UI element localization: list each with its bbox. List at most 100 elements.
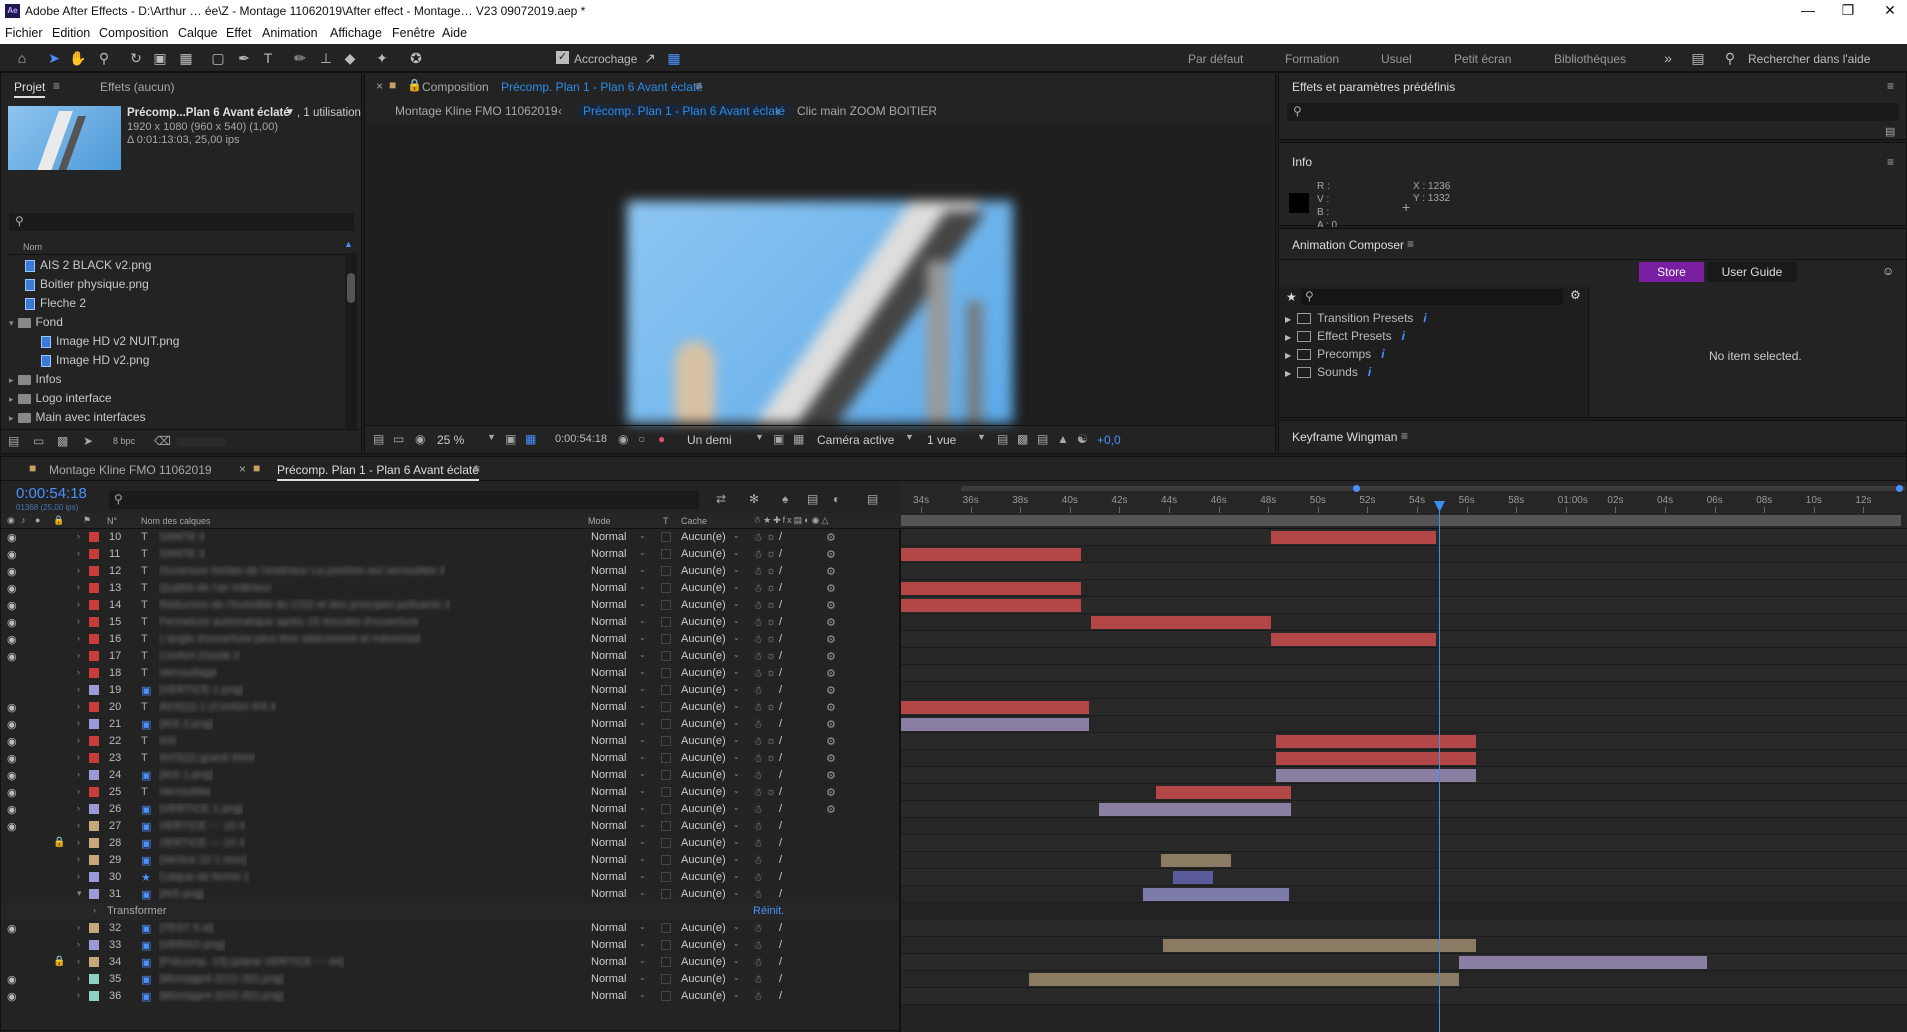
collapse-switch-icon[interactable]: ☼ [766, 616, 776, 628]
mode-dropdown[interactable]: Normal [591, 582, 626, 594]
layer-bar[interactable] [901, 701, 1089, 714]
label-color-swatch[interactable] [89, 736, 99, 746]
graph-editor-icon[interactable]: ▤ [867, 492, 878, 506]
quality-switch-icon[interactable]: / [779, 854, 782, 866]
expand-arrow-icon[interactable]: ▸ [9, 375, 14, 385]
collapse-switch-icon[interactable]: ☼ [766, 735, 776, 747]
track-area[interactable] [901, 529, 1907, 1032]
snap-checkbox[interactable]: ✓ [556, 51, 569, 64]
workspace-default[interactable]: Par défaut [1188, 52, 1243, 66]
quality-switch-icon[interactable]: / [779, 633, 782, 645]
sort-icon[interactable]: ▲ [344, 239, 353, 249]
expand-arrow-icon[interactable]: ▶ [1285, 333, 1291, 342]
quality-switch-icon[interactable]: / [779, 786, 782, 798]
mode-dropdown[interactable]: Normal [591, 888, 626, 900]
track-matte-toggle[interactable] [661, 532, 671, 542]
shy-switch-icon[interactable]: ☃ [753, 769, 763, 782]
layer-name[interactable]: VERTICE --- 10 4 [159, 820, 245, 832]
quality-switch-icon[interactable]: / [779, 752, 782, 764]
cache-dropdown[interactable]: Aucun(e) [681, 990, 731, 1002]
track-matte-toggle[interactable] [661, 991, 671, 1001]
timeline-tab-1[interactable]: Précomp. Plan 1 - Plan 6 Avant éclaté [277, 463, 479, 481]
breadcrumb-0[interactable]: Montage Kline FMO 11062019 [395, 104, 558, 118]
layer-name[interactable]: SANTE 4 [159, 531, 205, 543]
layer-name[interactable]: [VERSO.png] [159, 939, 225, 951]
label-color-swatch[interactable] [89, 838, 99, 848]
roto-tool-icon[interactable]: ✦ [372, 48, 392, 68]
track-matte-toggle[interactable] [661, 923, 671, 933]
mode-dropdown[interactable]: Normal [591, 684, 626, 696]
zoom-dropdown[interactable]: 25 % [437, 433, 464, 447]
mode-dropdown[interactable]: Normal [591, 752, 626, 764]
mode-dropdown[interactable]: Normal [591, 939, 626, 951]
text-tool-icon[interactable]: T [258, 48, 278, 68]
exposure-value[interactable]: +0,0 [1097, 433, 1121, 447]
track-matte-toggle[interactable] [661, 974, 671, 984]
layer-name[interactable]: [Vertice 10 1.mov] [159, 854, 247, 866]
solo-header-icon[interactable]: ● [35, 515, 40, 525]
expand-arrow-icon[interactable]: › [77, 820, 80, 830]
quality-switch-icon[interactable]: / [779, 548, 782, 560]
mode-dropdown[interactable]: Normal [591, 650, 626, 662]
eraser-tool-icon[interactable]: ◆ [340, 48, 360, 68]
shy-switch-icon[interactable]: ☃ [753, 922, 763, 935]
collapse-switch-icon[interactable]: ☼ [766, 752, 776, 764]
shy-switch-icon[interactable]: ☃ [753, 616, 763, 629]
layer-bar[interactable] [1161, 854, 1231, 867]
lock-icon[interactable]: 🔒 [407, 78, 422, 92]
motion-blur-switch-icon[interactable]: ⚙ [826, 548, 836, 561]
track-matte-toggle[interactable] [661, 957, 671, 967]
cache-dropdown[interactable]: Aucun(e) [681, 582, 731, 594]
motion-blur-switch-icon[interactable]: ⚙ [826, 752, 836, 765]
mode-dropdown[interactable]: Normal [591, 837, 626, 849]
expand-arrow-icon[interactable]: › [77, 701, 80, 711]
motion-blur-switch-icon[interactable]: ⚙ [826, 531, 836, 544]
label-color-swatch[interactable] [89, 583, 99, 593]
column-layer-name[interactable]: Nom des calques [141, 516, 211, 526]
cache-dropdown[interactable]: Aucun(e) [681, 956, 731, 968]
shy-switch-icon[interactable]: ☃ [753, 786, 763, 799]
layer-name[interactable]: AVIS(2) grand 4444 [159, 752, 255, 764]
visibility-eye-icon[interactable]: ◉ [7, 582, 17, 595]
layer-bar[interactable] [1143, 888, 1289, 901]
track-matte-toggle[interactable] [661, 804, 671, 814]
cache-dropdown[interactable]: Aucun(e) [681, 735, 731, 747]
minimize-icon[interactable]: — [1798, 2, 1818, 18]
layer-row[interactable]: ◉ › 20 T AVIS(2) 1 (Confort 4/4 4 Normal ⌄ Aucu… [1, 699, 901, 716]
rotate-tool-icon[interactable]: ↻ [126, 48, 146, 68]
shy-switch-icon[interactable]: ☃ [753, 565, 763, 578]
shy-switch-icon[interactable]: ☃ [753, 548, 763, 561]
panel-menu-icon[interactable]: ≡ [1407, 237, 1414, 251]
label-color-swatch[interactable] [89, 532, 99, 542]
layer-name[interactable]: [TEST 5.ai] [159, 922, 214, 934]
shy-switch-icon[interactable]: ☃ [753, 854, 763, 867]
snap-options-icon[interactable]: ↗ [640, 48, 660, 68]
quality-switch-icon[interactable]: / [779, 684, 782, 696]
expand-arrow-icon[interactable]: › [77, 956, 80, 966]
quality-switch-icon[interactable]: / [779, 803, 782, 815]
mode-dropdown[interactable]: Normal [591, 548, 626, 560]
cache-dropdown[interactable]: Aucun(e) [681, 531, 731, 543]
shy-switch-icon[interactable]: ☃ [753, 973, 763, 986]
layer-row[interactable]: ◉ › 27 ▣ VERTICE --- 10 4 Normal ⌄ Aucun(e) ⌄ ☃ / [1, 818, 901, 835]
shy-switch-icon[interactable]: ☃ [753, 990, 763, 1003]
layer-name[interactable]: [AIS 2.png] [159, 718, 213, 730]
layer-bar[interactable] [901, 599, 1081, 612]
motion-blur-switch-icon[interactable]: ⚙ [826, 735, 836, 748]
layer-name[interactable]: Confort (Oxide 2 [159, 650, 240, 662]
expand-arrow-icon[interactable]: › [77, 922, 80, 932]
mode-dropdown[interactable]: Normal [591, 531, 626, 543]
shy-switch-icon[interactable]: ☃ [753, 582, 763, 595]
project-search-input[interactable]: ⚲ [9, 213, 354, 231]
region-icon[interactable]: ▤ [373, 432, 384, 446]
motion-blur-switch-icon[interactable]: ⚙ [826, 633, 836, 646]
expand-arrow-icon[interactable]: › [77, 786, 80, 796]
lock-icon[interactable]: 🔒 [53, 837, 65, 848]
label-color-swatch[interactable] [89, 566, 99, 576]
quality-switch-icon[interactable]: / [779, 820, 782, 832]
project-item[interactable]: Boitier physique.png [1, 275, 343, 294]
layer-bar[interactable] [901, 582, 1081, 595]
monitor-icon[interactable]: ▭ [393, 432, 404, 446]
label-color-swatch[interactable] [89, 617, 99, 627]
column-num[interactable]: N° [107, 516, 117, 526]
